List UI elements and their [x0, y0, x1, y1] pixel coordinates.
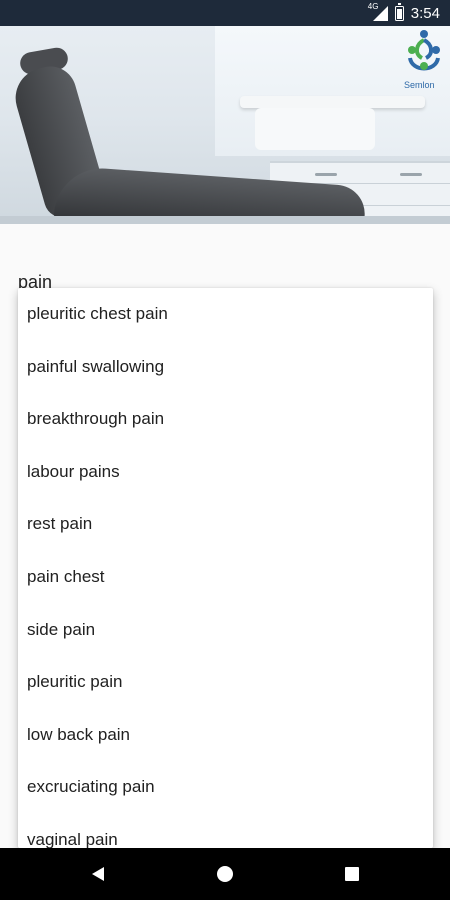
- recents-button[interactable]: [322, 848, 382, 900]
- battery-icon: [394, 2, 404, 21]
- navigation-bar: [0, 848, 450, 900]
- status-time: 3:54: [410, 4, 440, 22]
- suggestion-item[interactable]: pleuritic chest pain: [18, 288, 433, 341]
- suggestion-item[interactable]: vaginal pain: [18, 814, 433, 848]
- suggestion-list: pleuritic chest pain painful swallowing …: [18, 288, 433, 848]
- instrument-tray: [255, 108, 375, 150]
- suggestion-dropdown: pleuritic chest pain painful swallowing …: [18, 288, 433, 848]
- suggestion-item[interactable]: labour pains: [18, 446, 433, 499]
- header-image: Semlon: [0, 26, 450, 224]
- status-indicators: 4G 3:54: [368, 0, 440, 26]
- logo-text: Semlon: [404, 80, 435, 90]
- back-button[interactable]: [68, 848, 128, 900]
- back-icon: [92, 867, 104, 881]
- app-logo: Semlon: [402, 28, 446, 92]
- floor: [0, 216, 450, 224]
- suggestion-item[interactable]: breakthrough pain: [18, 393, 433, 446]
- home-button[interactable]: [195, 848, 255, 900]
- suggestion-item[interactable]: rest pain: [18, 498, 433, 551]
- home-icon: [217, 866, 233, 882]
- suggestion-item[interactable]: excruciating pain: [18, 761, 433, 814]
- suggestion-item[interactable]: low back pain: [18, 709, 433, 762]
- logo-icon: [408, 30, 440, 71]
- cell-signal-icon: 4G: [368, 2, 388, 21]
- suggestion-item[interactable]: pain chest: [18, 551, 433, 604]
- status-bar: 4G 3:54: [0, 0, 450, 26]
- suggestion-item[interactable]: side pain: [18, 604, 433, 657]
- recents-icon: [345, 867, 359, 881]
- suggestion-item[interactable]: painful swallowing: [18, 341, 433, 394]
- suggestion-item[interactable]: pleuritic pain: [18, 656, 433, 709]
- dental-light: [240, 96, 425, 108]
